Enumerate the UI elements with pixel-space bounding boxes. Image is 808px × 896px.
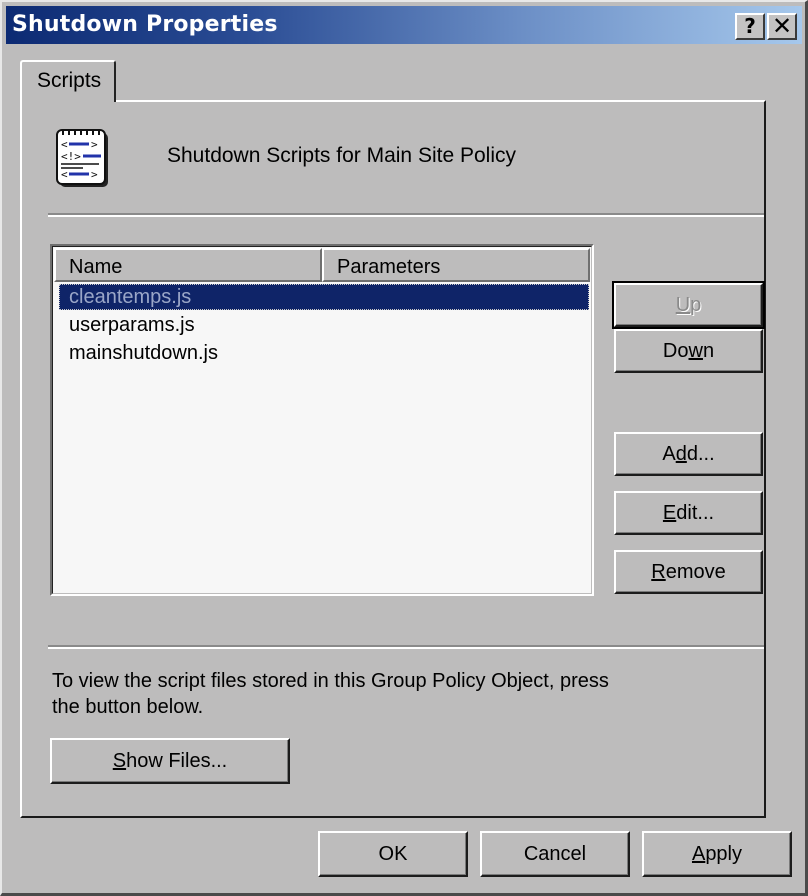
ok-button[interactable]: OK [318,831,468,877]
down-label-post: n [702,339,715,362]
apply-label-accel: A [691,842,706,865]
edit-label-post: dit... [676,501,715,524]
add-label-pre: A [662,442,676,465]
show-files-label-post: how Files... [126,749,228,772]
ok-label: OK [378,842,408,865]
separator-bottom [48,645,764,649]
up-button[interactable]: Up [612,281,765,329]
add-button[interactable]: Ad d... [614,432,763,476]
remove-label-accel: R [651,560,666,583]
window-title: Shutdown Properties [12,12,278,37]
close-icon: ✕ [771,12,793,40]
list-row[interactable]: cleantemps.js [59,284,589,310]
cancel-button[interactable]: Cancel [480,831,630,877]
edit-label-accel: E [662,501,677,524]
row-name: cleantemps.js [69,286,192,308]
info-text: To view the script files stored in this … [52,668,672,720]
help-button[interactable]: ? [735,13,765,40]
down-button[interactable]: Do w n [614,329,763,373]
policy-heading: Shutdown Scripts for Main Site Policy [167,144,516,167]
dialog-window: Shutdown Properties ? ✕ Scripts < > <!> … [0,0,808,896]
svg-text:<!>: <!> [61,150,81,163]
help-icon: ? [744,14,756,38]
add-label-post: d... [686,442,715,465]
remove-label-post: emove [665,560,726,583]
up-label-post: p [690,293,702,316]
tab-scripts-label: Scripts [37,69,102,92]
list-row[interactable]: userparams.js [59,312,589,338]
info-line-2: the button below. [52,696,204,718]
column-header-name[interactable]: Name [54,248,322,282]
row-name: mainshutdown.js [69,342,218,364]
column-header-parameters[interactable]: Parameters [322,248,590,282]
show-files-button[interactable]: Show Files... [50,738,290,784]
svg-text:>: > [91,138,98,151]
list-row[interactable]: mainshutdown.js [59,340,589,366]
down-label-pre: Do [662,339,689,362]
listview-frame: Name Parameters cleantemps.js userparams… [52,246,592,594]
apply-label-post: pply [705,842,743,865]
row-name: userparams.js [69,314,195,336]
add-label-accel: d [675,442,687,465]
script-notepad-icon: < > <!> < > [56,129,108,187]
separator-top [48,213,764,217]
scripts-listview[interactable]: Name Parameters cleantemps.js userparams… [50,244,594,596]
down-label-accel: w [688,339,703,362]
cancel-label: Cancel [523,842,587,865]
tab-scripts[interactable]: Scripts [20,60,116,102]
svg-text:>: > [91,168,98,181]
up-label-accel: U [675,293,691,316]
apply-button[interactable]: Apply [642,831,792,877]
edit-button[interactable]: Edit... [614,491,763,535]
title-bar[interactable]: Shutdown Properties ? ✕ [6,6,802,44]
close-button[interactable]: ✕ [767,13,797,40]
info-line-1: To view the script files stored in this … [52,670,609,692]
svg-text:<: < [61,168,68,181]
remove-button[interactable]: Remove [614,550,763,594]
show-files-label-accel: S [112,749,127,772]
